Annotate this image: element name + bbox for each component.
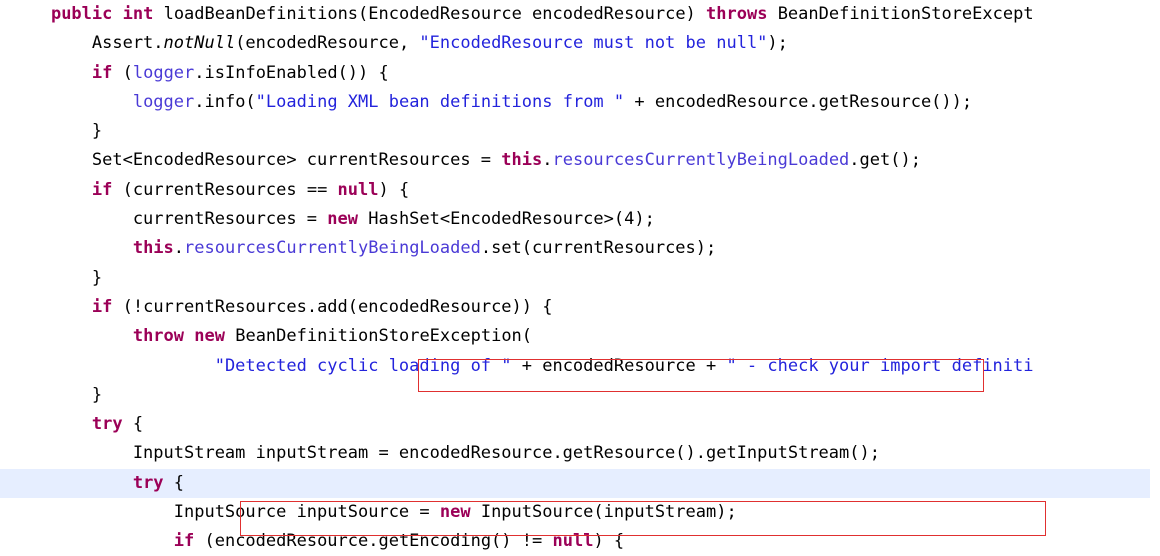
code-line[interactable]: } [0,264,1160,293]
code-line[interactable]: if (encodedResource.getEncoding() != nul… [0,527,1160,556]
code-line[interactable]: this.resourcesCurrentlyBeingLoaded.set(c… [0,234,1160,263]
code-line[interactable]: if (currentResources == null) { [0,176,1160,205]
string-literal: "EncodedResource must not be null" [419,33,768,54]
code-line[interactable]: Set<EncodedResource> currentResources = … [0,146,1160,175]
keyword-if: if [91,179,113,200]
code-line[interactable]: if (!currentResources.add(encodedResourc… [0,293,1160,322]
keyword-null: null [552,531,594,552]
code-text-layer[interactable]: public int loadBeanDefinitions(EncodedRe… [0,0,1160,556]
keyword-if: if [91,62,113,83]
keyword-if: if [173,531,195,552]
keyword-try: try [132,472,164,493]
code-editor[interactable]: public int loadBeanDefinitions(EncodedRe… [0,0,1160,556]
keyword-new: new [194,326,225,347]
code-line[interactable]: logger.info("Loading XML bean definition… [0,88,1160,117]
keyword-null: null [337,179,379,200]
code-line[interactable]: } [0,117,1160,146]
code-line[interactable]: "Detected cyclic loading of " + encodedR… [0,352,1160,381]
code-line[interactable]: if (logger.isInfoEnabled()) { [0,59,1160,88]
keyword-this: this [132,238,174,259]
keyword-throw: throw [132,326,185,347]
string-literal: " - check your import definiti [726,355,1034,376]
field-resources-currently-being-loaded: resourcesCurrentlyBeingLoaded [184,238,481,259]
code-line[interactable]: } [0,381,1160,410]
code-line[interactable]: try { [0,410,1160,439]
code-line[interactable]: InputStream inputStream = encodedResourc… [0,439,1160,468]
string-literal: "Detected cyclic loading of " [214,355,512,376]
method-signature-text: loadBeanDefinitions(EncodedResource enco… [153,4,707,24]
field-logger: logger [132,62,195,83]
keyword-if: if [91,296,113,317]
code-line-current[interactable]: try { [0,468,1150,499]
keyword-this: this [501,150,543,171]
keyword-try: try [91,414,123,435]
keyword-new: new [439,502,471,523]
field-logger: logger [132,91,195,112]
code-line[interactable]: public int loadBeanDefinitions(EncodedRe… [0,0,1160,29]
code-line[interactable]: currentResources = new HashSet<EncodedRe… [0,205,1160,234]
code-line[interactable]: Assert.notNull(encodedResource, "Encoded… [0,29,1160,58]
keyword-public: public [50,4,113,24]
code-line[interactable]: throw new BeanDefinitionStoreException( [0,322,1160,351]
static-method-notnull: notNull [163,33,236,54]
keyword-throws: throws [706,4,768,24]
code-line[interactable]: InputSource inputSource = new InputSourc… [0,498,1160,527]
field-resources-currently-being-loaded: resourcesCurrentlyBeingLoaded [552,150,850,171]
string-literal: "Loading XML bean definitions from " [255,91,625,112]
keyword-new: new [327,209,358,230]
exception-type-text: BeanDefinitionStoreExcept [767,4,1034,24]
keyword-int: int [122,4,154,24]
